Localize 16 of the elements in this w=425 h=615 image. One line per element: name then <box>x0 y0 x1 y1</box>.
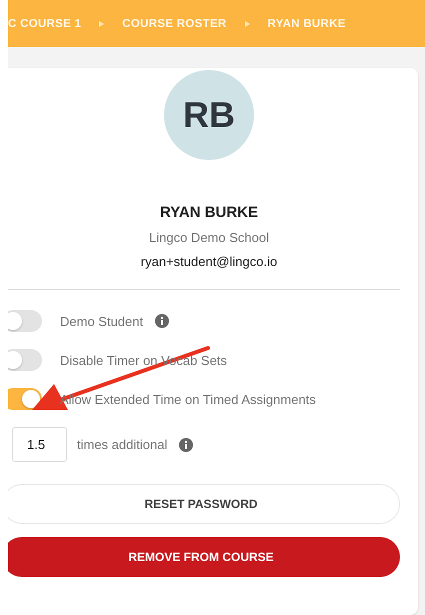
student-name: RYAN BURKE <box>160 204 258 221</box>
student-email: ryan+student@lingco.io <box>140 254 278 269</box>
field-label: times additional <box>77 437 168 452</box>
multiplier-field[interactable]: 1.5 <box>12 427 67 462</box>
toggle-switch[interactable] <box>8 310 42 332</box>
remove-button[interactable]: REMOVE FROM COURSE <box>8 537 400 577</box>
chevron-icon <box>244 20 250 26</box>
setting-label: Demo Student <box>60 314 144 328</box>
toggle-switch[interactable] <box>8 388 42 410</box>
toggle-switch[interactable] <box>8 349 42 371</box>
chevron-icon <box>99 20 104 26</box>
avatar: RB <box>164 70 254 160</box>
info-icon[interactable] <box>179 438 194 452</box>
school-name: Lingco Demo School <box>149 230 269 245</box>
reset-button[interactable]: RESET PASSWORD <box>8 484 400 524</box>
info-icon[interactable] <box>155 314 170 328</box>
